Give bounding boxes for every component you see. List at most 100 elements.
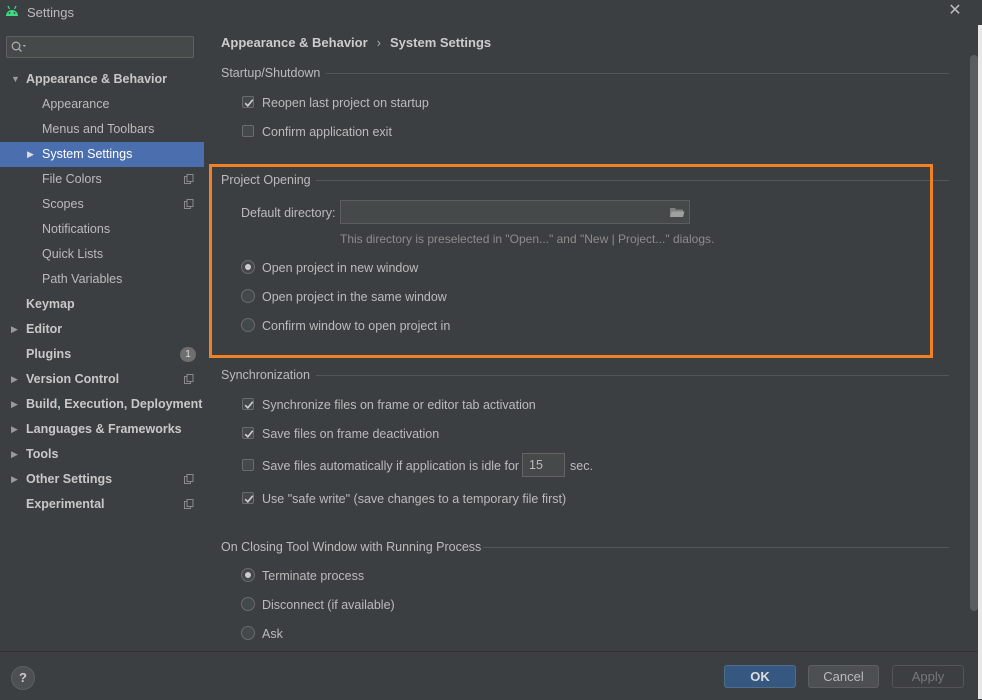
reopen-label: Reopen last project on startup <box>262 96 429 110</box>
chevron-right-icon[interactable]: ▶ <box>27 142 37 167</box>
chevron-down-icon[interactable]: ▼ <box>11 67 21 92</box>
radio-label: Ask <box>262 627 283 641</box>
confirm-exit-label: Confirm application exit <box>262 125 392 139</box>
scrollbar-thumb[interactable] <box>970 55 978 611</box>
sidebar-item-scopes[interactable]: Scopes <box>0 192 204 217</box>
radio-label: Open project in new window <box>262 261 419 275</box>
default-directory-label: Default directory: <box>241 206 336 220</box>
chevron-right-icon[interactable]: ▶ <box>11 417 21 442</box>
sidebar-item-appearance-behavior[interactable]: ▼ Appearance & Behavior <box>0 67 204 92</box>
cancel-button[interactable]: Cancel <box>808 665 879 688</box>
sidebar-item-appearance[interactable]: Appearance <box>0 92 204 117</box>
save-on-deactivation-option[interactable]: Save files on frame deactivation <box>242 425 642 443</box>
chevron-right-icon[interactable]: ▶ <box>11 367 21 392</box>
sync-files-checkbox[interactable] <box>242 398 254 410</box>
sidebar-item-tools[interactable]: ▶ Tools <box>0 442 204 467</box>
save-idle-checkbox[interactable] <box>242 459 254 471</box>
sidebar-item-system-settings[interactable]: ▶ System Settings <box>0 142 204 167</box>
sidebar-item-label: Appearance & Behavior <box>26 72 168 86</box>
copy-icon <box>184 499 194 509</box>
radio-button[interactable] <box>241 260 255 274</box>
sidebar-item-keymap[interactable]: Keymap <box>0 292 204 317</box>
sidebar-item-label: Experimental <box>26 497 105 511</box>
reopen-last-project-option[interactable]: Reopen last project on startup <box>242 94 542 112</box>
close-icon[interactable]: ✕ <box>945 1 965 21</box>
radio-button[interactable] <box>241 626 255 640</box>
sidebar-item-editor[interactable]: ▶ Editor <box>0 317 204 342</box>
radio-label: Confirm window to open project in <box>262 319 451 333</box>
ok-button[interactable]: OK <box>724 665 796 688</box>
radio-option-disconnect-if-available[interactable]: Disconnect (if available) <box>241 596 561 614</box>
section-title-closing: On Closing Tool Window with Running Proc… <box>221 540 482 554</box>
checkmark-icon <box>244 99 254 107</box>
copy-icon <box>184 174 194 184</box>
radio-option-open-project-in-new-window[interactable]: Open project in new window <box>241 259 561 277</box>
chevron-right-icon[interactable]: ▶ <box>11 442 21 467</box>
save-deactivation-checkbox[interactable] <box>242 427 254 439</box>
sidebar-item-menus-and-toolbars[interactable]: Menus and Toolbars <box>0 117 204 142</box>
sidebar-item-label: Menus and Toolbars <box>42 122 155 136</box>
chevron-right-icon[interactable]: ▶ <box>11 317 21 342</box>
breadcrumb-separator: › <box>376 35 382 50</box>
copy-icon <box>184 474 194 484</box>
checkmark-icon <box>244 495 254 503</box>
radio-label: Open project in the same window <box>262 290 447 304</box>
sidebar-item-label: System Settings <box>42 147 133 161</box>
help-button[interactable]: ? <box>11 666 35 690</box>
checkmark-icon <box>244 430 254 438</box>
sidebar-item-version-control[interactable]: ▶ Version Control <box>0 367 204 392</box>
radio-option-open-project-in-the-same-window[interactable]: Open project in the same window <box>241 288 561 306</box>
chevron-right-icon[interactable]: ▶ <box>11 467 21 492</box>
reopen-checkbox[interactable] <box>242 96 254 108</box>
sync-files-option[interactable]: Synchronize files on frame or editor tab… <box>242 396 642 414</box>
search-input[interactable] <box>6 36 194 58</box>
settings-content: Appearance & Behavior › System Settings St… <box>204 25 978 651</box>
apply-button[interactable]: Apply <box>892 665 964 688</box>
sidebar-item-quick-lists[interactable]: Quick Lists <box>0 242 204 267</box>
sidebar-item-label: Notifications <box>42 222 111 236</box>
radio-button[interactable] <box>241 568 255 582</box>
sidebar-item-label: Keymap <box>26 297 75 311</box>
idle-seconds-input[interactable]: 15 <box>522 453 565 477</box>
folder-icon[interactable] <box>669 206 685 218</box>
default-directory-field[interactable] <box>340 200 690 224</box>
radio-button[interactable] <box>241 289 255 303</box>
radio-option-ask[interactable]: Ask <box>241 625 561 643</box>
sidebar-item-notifications[interactable]: Notifications <box>0 217 204 242</box>
section-title-startup: Startup/Shutdown <box>221 66 321 80</box>
checkmark-icon <box>244 401 254 409</box>
sidebar-item-label: Plugins <box>26 347 72 361</box>
confirm-exit-option[interactable]: Confirm application exit <box>242 123 542 141</box>
section-divider <box>316 375 949 376</box>
idle-unit-label: sec. <box>570 459 593 473</box>
section-divider <box>326 73 949 74</box>
sidebar-item-build-execution-deployment[interactable]: ▶ Build, Execution, Deployment <box>0 392 204 417</box>
safe-write-option[interactable]: Use "safe write" (save changes to a temp… <box>242 490 642 508</box>
default-directory-hint: This directory is preselected in "Open..… <box>340 232 715 246</box>
sidebar-item-label: Appearance <box>42 97 110 111</box>
radio-button[interactable] <box>241 318 255 332</box>
sidebar-item-label: Scopes <box>42 197 84 211</box>
confirm-exit-checkbox[interactable] <box>242 125 254 137</box>
sidebar-item-label: Other Settings <box>26 472 113 486</box>
sidebar-item-plugins[interactable]: Plugins 1 <box>0 342 204 367</box>
safe-write-checkbox[interactable] <box>242 492 254 504</box>
window-edge <box>978 25 982 699</box>
title-bar: Settings ✕ <box>0 0 982 25</box>
radio-label: Terminate process <box>262 569 365 583</box>
radio-option-confirm-window-to-open-project-in[interactable]: Confirm window to open project in <box>241 317 561 335</box>
sidebar-item-file-colors[interactable]: File Colors <box>0 167 204 192</box>
radio-option-terminate-process[interactable]: Terminate process <box>241 567 561 585</box>
radio-selected-dot <box>245 264 251 270</box>
sidebar-item-experimental[interactable]: Experimental <box>0 492 204 517</box>
radio-label: Disconnect (if available) <box>262 598 395 612</box>
sidebar-item-other-settings[interactable]: ▶ Other Settings <box>0 467 204 492</box>
sidebar-item-path-variables[interactable]: Path Variables <box>0 267 204 292</box>
breadcrumb-parent[interactable]: Appearance & Behavior <box>221 35 368 50</box>
section-divider <box>483 547 949 548</box>
chevron-right-icon[interactable]: ▶ <box>11 392 21 417</box>
copy-icon <box>184 199 194 209</box>
radio-button[interactable] <box>241 597 255 611</box>
sidebar-item-languages-frameworks[interactable]: ▶ Languages & Frameworks <box>0 417 204 442</box>
sync-files-label: Synchronize files on frame or editor tab… <box>262 398 536 412</box>
